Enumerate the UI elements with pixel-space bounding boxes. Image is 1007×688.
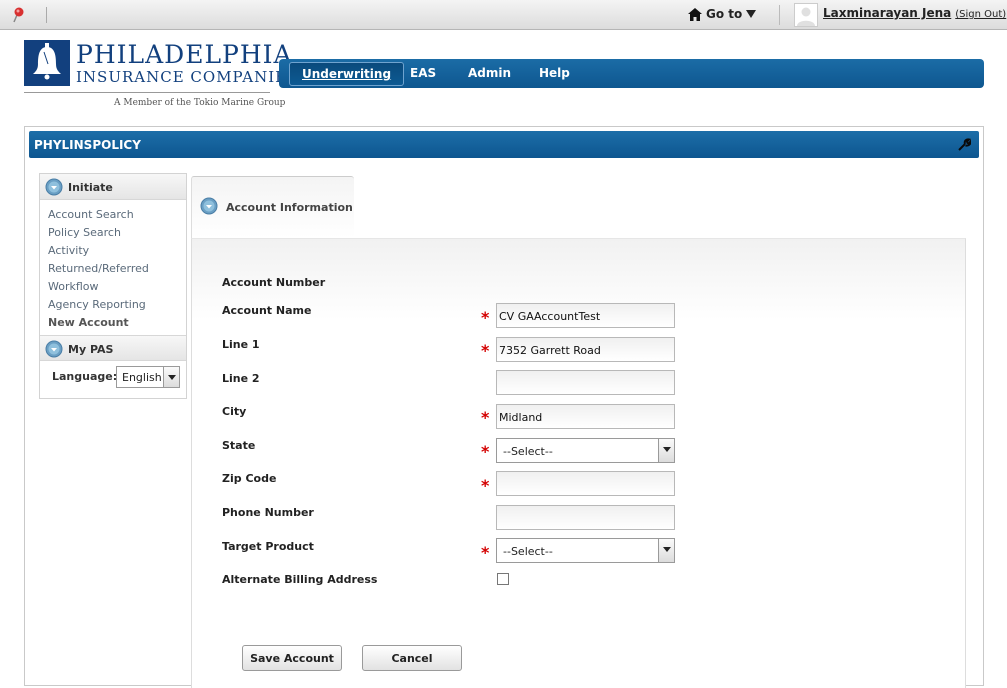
- sidebar-section-label: My PAS: [68, 343, 114, 356]
- user-name-link[interactable]: Laxminarayan Jena: [823, 6, 951, 20]
- logo-name-line1: PHILADELPHIA: [76, 40, 293, 69]
- expand-circle-icon: [45, 340, 63, 358]
- sidebar-item-returned-referred[interactable]: Returned/Referred: [48, 262, 149, 275]
- avatar: [794, 3, 818, 27]
- page-title: PHYLINSPOLICY: [34, 138, 141, 152]
- sidebar-item-activity[interactable]: Activity: [48, 244, 89, 257]
- phone-number-label: Phone Number: [222, 506, 314, 519]
- city-field[interactable]: Midland: [496, 404, 675, 429]
- goto-label: Go to: [706, 7, 743, 21]
- nav-eas[interactable]: EAS: [410, 66, 436, 80]
- sidebar-item-new-account[interactable]: New Account: [48, 316, 129, 329]
- account-name-field[interactable]: CV GAAccountTest: [496, 303, 675, 328]
- wrench-icon[interactable]: [958, 138, 971, 151]
- language-label: Language:: [52, 370, 118, 383]
- nav-admin[interactable]: Admin: [468, 66, 511, 80]
- sidebar-section-label: Initiate: [68, 181, 113, 194]
- expand-circle-icon: [45, 178, 63, 196]
- top-utility-bar: Go to Laxminarayan Jena (Sign Out): [0, 0, 1007, 30]
- sidebar-section-initiate[interactable]: Initiate: [40, 174, 186, 200]
- save-account-button[interactable]: Save Account: [242, 645, 342, 671]
- liberty-bell-icon: [24, 40, 70, 86]
- required-marker: *: [481, 543, 490, 562]
- sidebar-item-agency-reporting[interactable]: Agency Reporting: [48, 298, 146, 311]
- chevron-down-icon[interactable]: [658, 539, 674, 562]
- required-marker: *: [481, 442, 490, 461]
- chevron-down-icon: [746, 10, 757, 18]
- toolbar-divider: [46, 7, 47, 23]
- target-product-select[interactable]: --Select--: [496, 538, 675, 563]
- account-name-label: Account Name: [222, 304, 312, 317]
- line2-field[interactable]: [496, 370, 675, 395]
- sidebar-item-account-search[interactable]: Account Search: [48, 208, 134, 221]
- target-product-select-value: --Select--: [503, 545, 553, 558]
- required-marker: *: [481, 341, 490, 360]
- sign-out-link[interactable]: (Sign Out): [955, 9, 1006, 20]
- required-marker: *: [481, 476, 490, 495]
- alternate-billing-checkbox[interactable]: [497, 573, 509, 585]
- state-select[interactable]: --Select--: [496, 438, 675, 463]
- tab-account-information[interactable]: Account Information: [191, 176, 354, 238]
- nav-help[interactable]: Help: [539, 66, 570, 80]
- zip-code-field[interactable]: [496, 471, 675, 496]
- city-label: City: [222, 405, 247, 418]
- chevron-down-icon[interactable]: [658, 439, 674, 462]
- line2-label: Line 2: [222, 372, 260, 385]
- line1-label: Line 1: [222, 338, 260, 351]
- state-select-value: --Select--: [503, 445, 553, 458]
- main-nav: Underwriting EAS Admin Help: [279, 59, 984, 88]
- pushpin-icon[interactable]: [8, 5, 28, 25]
- sidebar-item-policy-search[interactable]: Policy Search: [48, 226, 121, 239]
- user-silhouette-icon: [797, 7, 815, 26]
- sidebar: Initiate Account Search Policy Search Ac…: [39, 173, 187, 399]
- home-icon: [688, 7, 702, 21]
- goto-menu[interactable]: Go to: [688, 7, 757, 21]
- page-titlebar: PHYLINSPOLICY: [29, 131, 979, 158]
- zip-code-label: Zip Code: [222, 472, 277, 485]
- toolbar-divider: [779, 5, 780, 25]
- chevron-down-icon[interactable]: [163, 367, 179, 387]
- company-logo[interactable]: PHILADELPHIA INSURANCE COMPANIES A Membe…: [24, 38, 297, 114]
- target-product-label: Target Product: [222, 540, 314, 553]
- logo-divider: [24, 92, 270, 93]
- required-marker: *: [481, 408, 490, 427]
- state-label: State: [222, 439, 256, 452]
- sidebar-item-workflow[interactable]: Workflow: [48, 280, 99, 293]
- phone-number-field[interactable]: [496, 505, 675, 530]
- content-frame: PHYLINSPOLICY Initiate Account Search Po…: [24, 126, 984, 688]
- expand-circle-icon: [200, 197, 218, 215]
- user-info: Laxminarayan Jena (Sign Out): [823, 6, 1006, 20]
- language-value: English: [122, 371, 162, 384]
- required-marker: *: [481, 308, 490, 327]
- sidebar-section-mypas[interactable]: My PAS: [40, 335, 186, 361]
- line1-field[interactable]: 7352 Garrett Road: [496, 337, 675, 362]
- language-select[interactable]: English: [116, 366, 180, 388]
- logo-name-line2: INSURANCE COMPANIES: [76, 68, 299, 86]
- cancel-button[interactable]: Cancel: [362, 645, 462, 671]
- nav-underwriting[interactable]: Underwriting: [289, 62, 405, 86]
- logo-tagline: A Member of the Tokio Marine Group: [114, 98, 286, 108]
- account-form: Account Number Account Name * CV GAAccou…: [191, 238, 966, 688]
- tab-label: Account Information: [226, 201, 353, 214]
- account-number-label: Account Number: [222, 276, 326, 289]
- alternate-billing-label: Alternate Billing Address: [222, 573, 378, 586]
